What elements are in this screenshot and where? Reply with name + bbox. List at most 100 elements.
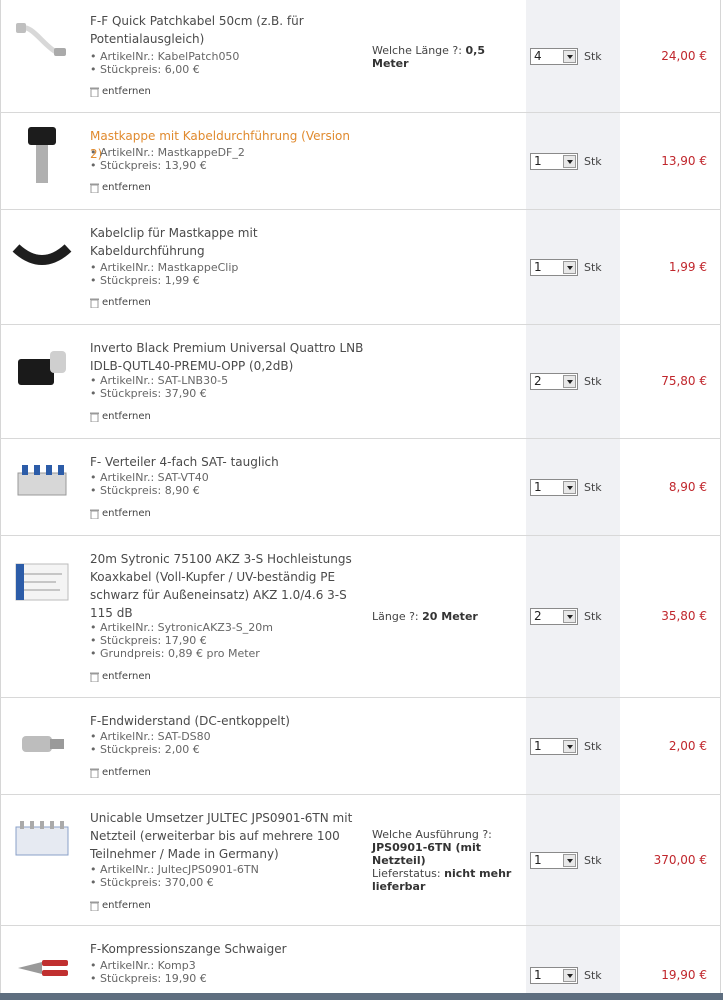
delivery-status-label: Lieferstatus: [372,867,441,880]
chevron-down-icon [563,481,576,494]
terminator-icon[interactable] [12,714,72,774]
item-attributes: ArtikelNr.: Komp3 Stückpreis: 19,90 € [90,959,380,985]
line-price: 24,00 € [661,49,707,63]
quantity-select[interactable]: 1 [530,738,578,755]
cart-row: Inverto Black Premium Universal Quattro … [0,325,721,439]
item-attr: Stückpreis: 13,90 € [90,159,380,172]
item-attributes: ArtikelNr.: KabelPatch050 Stückpreis: 6,… [90,50,380,76]
trash-icon [90,183,99,193]
crimp-tool-icon[interactable] [12,940,72,1000]
remove-label: entfernen [102,767,151,778]
chevron-down-icon [563,261,576,274]
option-value: 20 Meter [422,610,478,623]
cable-clip-icon[interactable] [12,224,72,284]
item-title[interactable]: Unicable Umsetzer JULTEC JPS0901-6TN mit… [90,809,365,863]
quantity-select[interactable]: 2 [530,608,578,625]
item-attr: ArtikelNr.: SAT-DS80 [90,730,380,743]
chevron-down-icon [563,610,576,623]
item-attr: Stückpreis: 1,99 € [90,274,380,287]
quantity-control: 2 Stk [530,373,602,390]
unicable-converter-icon[interactable] [12,811,72,871]
item-attr: Stückpreis: 2,00 € [90,743,380,756]
quantity-value: 1 [534,853,542,867]
quantity-control: 1 Stk [530,852,602,869]
remove-button[interactable]: entfernen [90,182,151,193]
cart-row: F- Verteiler 4-fach SAT- tauglich Artike… [0,439,721,536]
item-attributes: ArtikelNr.: SAT-LNB30-5 Stückpreis: 37,9… [90,374,380,400]
unit-label: Stk [584,481,602,494]
splitter-icon[interactable] [12,453,72,513]
item-attr: ArtikelNr.: SAT-LNB30-5 [90,374,380,387]
item-title[interactable]: F- Verteiler 4-fach SAT- tauglich [90,453,365,471]
line-price: 35,80 € [661,609,707,623]
line-price: 2,00 € [668,739,707,753]
quantity-select[interactable]: 2 [530,373,578,390]
quantity-value: 1 [534,154,542,168]
item-title[interactable]: Inverto Black Premium Universal Quattro … [90,339,365,375]
item-attr: ArtikelNr.: MastkappeClip [90,261,380,274]
item-attributes: ArtikelNr.: JultecJPS0901-6TN Stückpreis… [90,863,380,889]
item-attributes: ArtikelNr.: SytronicAKZ3-S_20m Stückprei… [90,621,380,660]
trash-icon [90,768,99,778]
unit-label: Stk [584,155,602,168]
trash-icon [90,672,99,682]
mast-cap-icon[interactable] [12,125,72,185]
item-title[interactable]: F-Endwiderstand (DC-entkoppelt) [90,712,365,730]
quantity-control: 4 Stk [530,48,602,65]
chevron-down-icon [563,155,576,168]
quantity-value: 1 [534,968,542,982]
item-attr: Stückpreis: 8,90 € [90,484,380,497]
remove-label: entfernen [102,508,151,519]
item-attr: ArtikelNr.: Komp3 [90,959,380,972]
quantity-select[interactable]: 4 [530,48,578,65]
remove-button[interactable]: entfernen [90,297,151,308]
cart-row: 20m Sytronic 75100 AKZ 3-S Hochleistungs… [0,536,721,698]
remove-button[interactable]: entfernen [90,411,151,422]
remove-button[interactable]: entfernen [90,671,151,682]
quantity-control: 1 Stk [530,738,602,755]
item-title[interactable]: 20m Sytronic 75100 AKZ 3-S Hochleistungs… [90,550,365,622]
item-title[interactable]: Kabelclip für Mastkappe mit Kabeldurchfü… [90,224,365,260]
remove-button[interactable]: entfernen [90,767,151,778]
item-attr: Stückpreis: 6,00 € [90,63,380,76]
remove-label: entfernen [102,671,151,682]
trash-icon [90,509,99,519]
remove-button[interactable]: entfernen [90,508,151,519]
unit-label: Stk [584,969,602,982]
item-option: Welche Ausführung ?: JPS0901-6TN (mit Ne… [372,828,522,893]
quantity-select[interactable]: 1 [530,852,578,869]
option-label: Welche Länge ?: [372,44,462,57]
unit-label: Stk [584,261,602,274]
quantity-control: 2 Stk [530,608,602,625]
quantity-value: 1 [534,260,542,274]
item-attr: ArtikelNr.: SytronicAKZ3-S_20m [90,621,380,634]
item-attr: ArtikelNr.: JultecJPS0901-6TN [90,863,380,876]
quantity-select[interactable]: 1 [530,479,578,496]
trash-icon [90,87,99,97]
window-bottom-bar [0,993,723,1000]
quantity-value: 1 [534,480,542,494]
item-attr: Stückpreis: 17,90 € [90,634,380,647]
item-attributes: ArtikelNr.: SAT-DS80 Stückpreis: 2,00 € [90,730,380,756]
line-price: 19,90 € [661,968,707,982]
option-value: JPS0901-6TN (mit Netzteil) [372,841,481,867]
chevron-down-icon [563,375,576,388]
remove-button[interactable]: entfernen [90,900,151,911]
quantity-select[interactable]: 1 [530,259,578,276]
patch-cable-icon[interactable] [12,14,72,74]
remove-button[interactable]: entfernen [90,86,151,97]
item-attr: Grundpreis: 0,89 € pro Meter [90,647,380,660]
quantity-select[interactable]: 1 [530,153,578,170]
chevron-down-icon [563,854,576,867]
lnb-icon[interactable] [12,339,72,399]
chevron-down-icon [563,969,576,982]
unit-label: Stk [584,740,602,753]
item-title[interactable]: F-F Quick Patchkabel 50cm (z.B. für Pote… [90,12,365,48]
coax-cable-icon[interactable] [12,554,72,614]
remove-label: entfernen [102,182,151,193]
quantity-select[interactable]: 1 [530,967,578,984]
quantity-value: 4 [534,49,542,63]
item-title[interactable]: F-Kompressionszange Schwaiger [90,940,365,958]
trash-icon [90,298,99,308]
item-option: Welche Länge ?: 0,5 Meter [372,44,522,70]
